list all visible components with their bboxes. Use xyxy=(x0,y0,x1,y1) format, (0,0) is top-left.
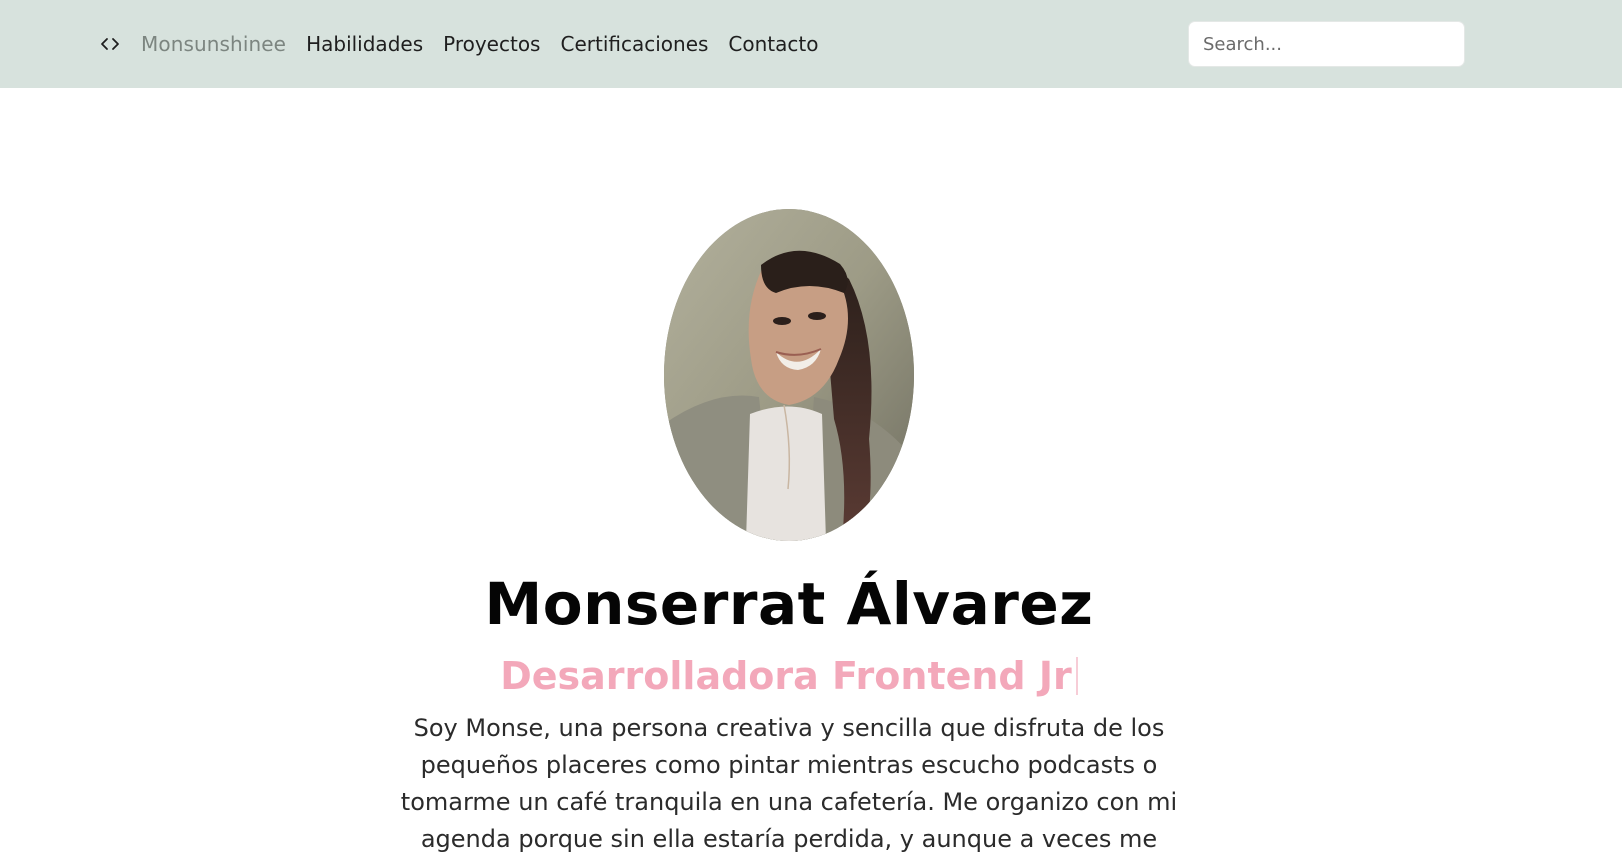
nav-menu: Monsunshinee Habilidades Proyectos Certi… xyxy=(100,0,838,88)
typing-cursor xyxy=(1075,657,1078,695)
profile-role-text: Desarrolladora Frontend Jr xyxy=(500,654,1072,698)
nav-link-certificaciones[interactable]: Certificaciones xyxy=(560,32,708,56)
nav-link-habilidades[interactable]: Habilidades xyxy=(306,32,423,56)
profile-bio: Soy Monse, una persona creativa y sencil… xyxy=(400,714,1178,853)
navbar: Monsunshinee Habilidades Proyectos Certi… xyxy=(0,0,1622,88)
hero-section: Monserrat Álvarez Desarrolladora Fronten… xyxy=(0,88,1622,855)
code-icon[interactable] xyxy=(100,34,120,54)
profile-role: Desarrolladora Frontend Jr xyxy=(0,654,1578,698)
nav-link-contacto[interactable]: Contacto xyxy=(728,32,818,56)
brand-link[interactable]: Monsunshinee xyxy=(141,32,286,56)
profile-name: Monserrat Álvarez xyxy=(484,570,1094,638)
nav-link-proyectos[interactable]: Proyectos xyxy=(443,32,540,56)
search-input[interactable] xyxy=(1188,21,1465,67)
profile-photo xyxy=(664,209,914,541)
